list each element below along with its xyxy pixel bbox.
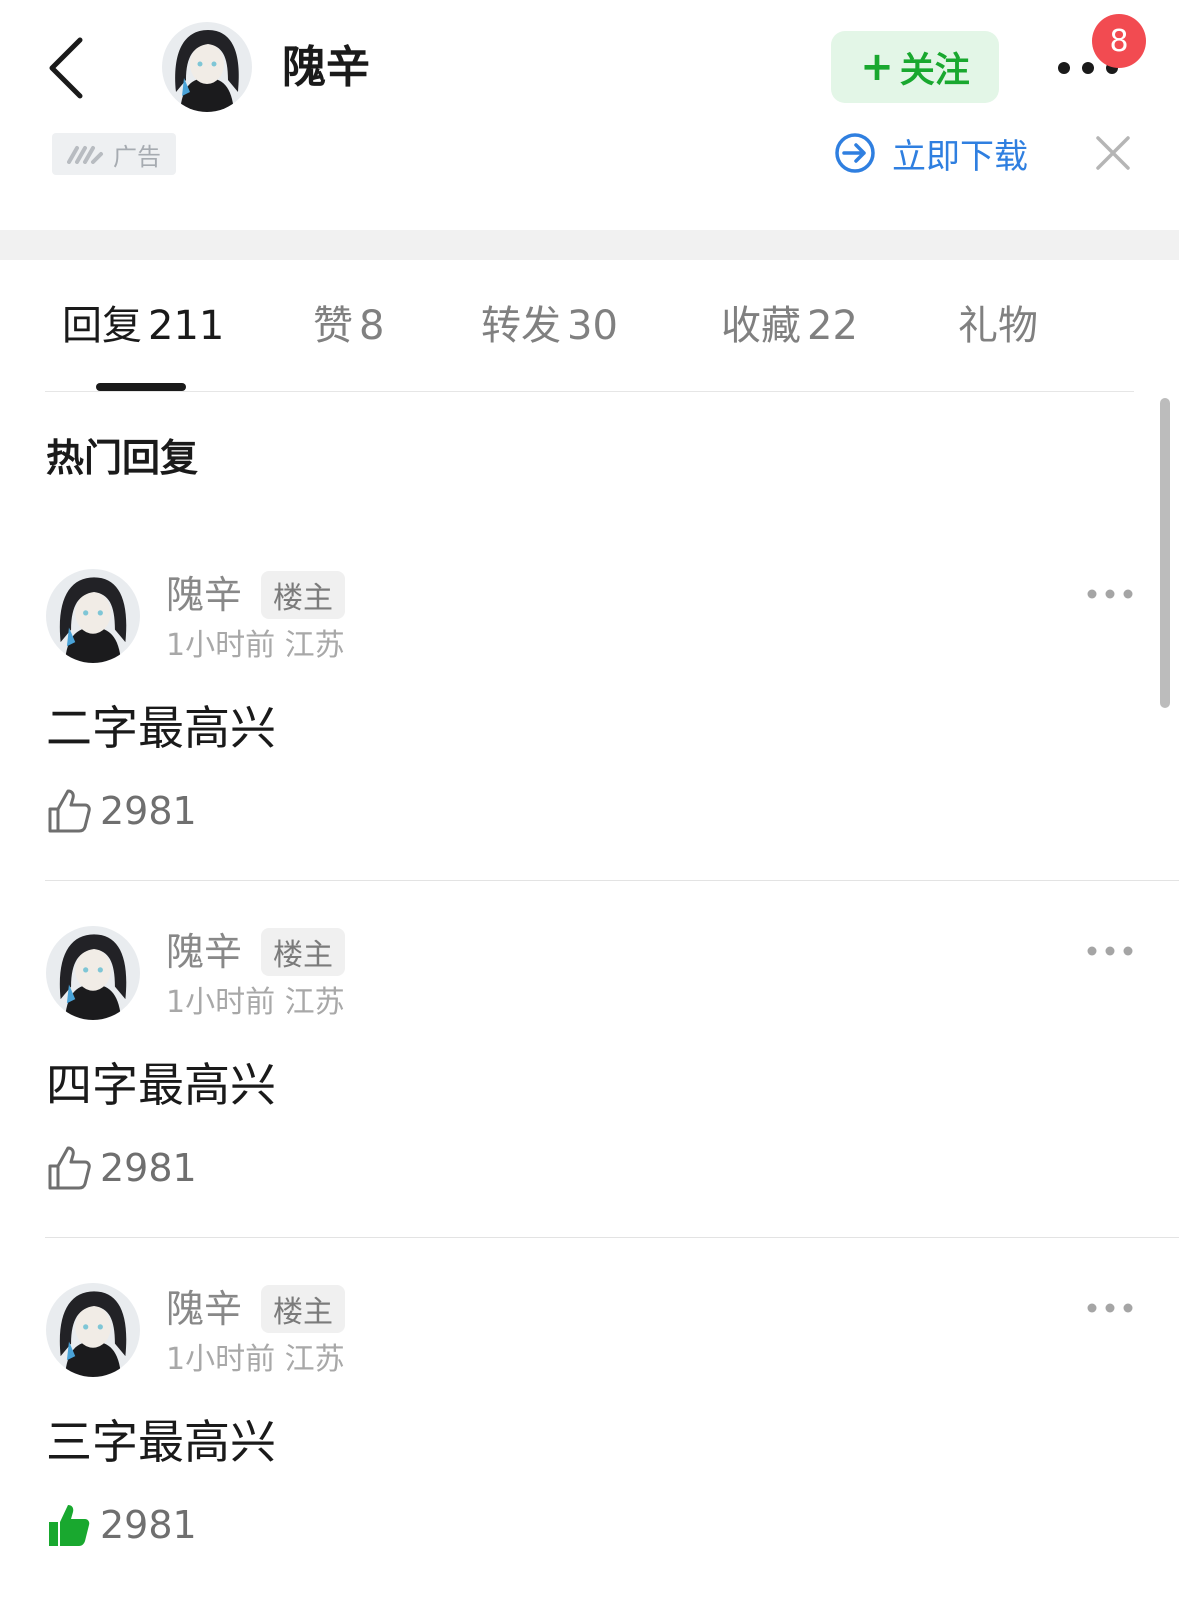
tab-divider bbox=[45, 391, 1134, 392]
comment-more-icon[interactable] bbox=[1086, 944, 1134, 958]
close-icon[interactable] bbox=[1092, 132, 1134, 174]
section-title: 热门回复 bbox=[46, 436, 199, 480]
comment-more-icon[interactable] bbox=[1086, 1301, 1134, 1315]
back-arrow-icon[interactable] bbox=[44, 36, 88, 100]
tab-label: 回复 bbox=[62, 303, 142, 349]
comment-time: 1小时前 bbox=[166, 985, 276, 1020]
follow-button[interactable]: + 关注 bbox=[831, 31, 999, 103]
comment-text: 二字最高兴 bbox=[46, 701, 276, 755]
comment-meta: 1小时前 江苏 bbox=[166, 1341, 345, 1379]
tab-count: 30 bbox=[567, 303, 618, 349]
comment-item: 隗辛 楼主 1小时前 江苏 四字最高兴 2981 bbox=[0, 926, 1179, 1256]
comment-divider bbox=[45, 880, 1179, 881]
comment-time: 1小时前 bbox=[166, 1342, 276, 1377]
notification-badge: 8 bbox=[1092, 14, 1146, 68]
plus-icon: + bbox=[860, 44, 894, 90]
header-user-name[interactable]: 隗辛 bbox=[282, 38, 370, 98]
comment-location: 江苏 bbox=[284, 1342, 345, 1377]
comment-item: 隗辛 楼主 1小时前 江苏 二字最高兴 2981 bbox=[0, 569, 1179, 899]
thumbs-up-icon bbox=[48, 1146, 91, 1190]
avatar[interactable] bbox=[46, 926, 140, 1020]
op-badge: 楼主 bbox=[261, 1285, 345, 1333]
comment-more-icon[interactable] bbox=[1086, 587, 1134, 601]
op-badge: 楼主 bbox=[261, 571, 345, 619]
comment-time: 1小时前 bbox=[166, 628, 276, 663]
comment-author[interactable]: 隗辛 bbox=[166, 928, 242, 976]
tab-label: 收藏 bbox=[721, 303, 801, 349]
comment-text: 四字最高兴 bbox=[46, 1058, 276, 1112]
comment-meta: 1小时前 江苏 bbox=[166, 627, 345, 665]
tab-label: 转发 bbox=[481, 303, 561, 349]
thumbs-up-icon bbox=[48, 789, 91, 833]
thumbs-up-filled-icon bbox=[49, 1505, 90, 1546]
like-count: 2981 bbox=[100, 1503, 197, 1547]
tab-label: 礼物 bbox=[958, 303, 1038, 349]
avatar[interactable] bbox=[46, 1283, 140, 1377]
download-button[interactable]: 立即下载 bbox=[834, 130, 1028, 177]
op-badge: 楼主 bbox=[261, 928, 345, 976]
comment-meta: 1小时前 江苏 bbox=[166, 984, 345, 1022]
comment-text: 三字最高兴 bbox=[46, 1415, 276, 1469]
like-count: 2981 bbox=[100, 1146, 197, 1190]
comment-location: 江苏 bbox=[284, 985, 345, 1020]
section-separator bbox=[0, 230, 1179, 260]
like-button[interactable]: 2981 bbox=[46, 785, 197, 837]
like-count: 2981 bbox=[100, 789, 197, 833]
tab-label: 赞 bbox=[313, 303, 353, 349]
tab-favorites[interactable]: 收藏 22 bbox=[721, 295, 858, 357]
comment-author[interactable]: 隗辛 bbox=[166, 1285, 242, 1333]
like-button[interactable]: 2981 bbox=[46, 1142, 197, 1194]
download-label: 立即下载 bbox=[892, 136, 1028, 177]
like-button-liked[interactable]: 2981 bbox=[46, 1499, 197, 1551]
comment-author[interactable]: 隗辛 bbox=[166, 571, 242, 619]
follow-label: 关注 bbox=[899, 50, 970, 91]
tab-likes[interactable]: 赞8 bbox=[313, 295, 384, 357]
tab-count: 22 bbox=[807, 303, 858, 349]
active-tab-indicator bbox=[96, 383, 186, 391]
tab-gifts[interactable]: 礼物 bbox=[958, 295, 1038, 357]
tab-reposts[interactable]: 转发 30 bbox=[481, 295, 618, 357]
comment-item: 隗辛 楼主 1小时前 江苏 三字最高兴 2981 bbox=[0, 1283, 1179, 1613]
ad-tag-label: 广告 bbox=[113, 142, 161, 171]
comment-divider bbox=[45, 1237, 1179, 1238]
avatar[interactable] bbox=[46, 569, 140, 663]
tab-replies[interactable]: 回复 211 bbox=[62, 295, 224, 357]
tab-count: 8 bbox=[359, 303, 385, 349]
ad-tag: 广告 bbox=[52, 133, 176, 175]
tab-bar: 回复 211 赞8 转发 30 收藏 22 礼物 bbox=[0, 295, 1179, 365]
tab-count: 211 bbox=[148, 303, 225, 349]
ad-brand-icon bbox=[67, 146, 103, 164]
author-avatar[interactable] bbox=[162, 22, 252, 112]
comment-location: 江苏 bbox=[284, 628, 345, 663]
download-arrow-icon bbox=[835, 133, 875, 173]
